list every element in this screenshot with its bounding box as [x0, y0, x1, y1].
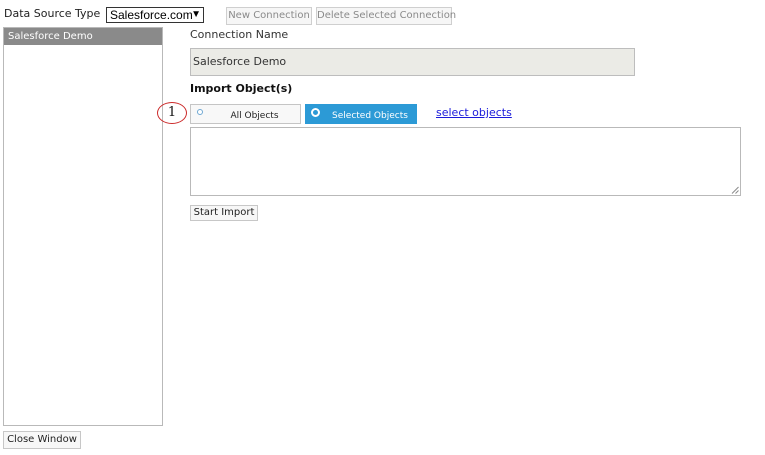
import-objects-heading: Import Object(s) — [190, 82, 293, 95]
resize-handle-icon[interactable] — [731, 186, 739, 194]
close-window-button[interactable]: Close Window — [3, 431, 81, 449]
data-source-type-select[interactable]: Salesforce.com ▼ — [106, 7, 204, 23]
connection-name-field[interactable]: Salesforce Demo — [190, 48, 635, 76]
start-import-button[interactable]: Start Import — [190, 205, 258, 221]
select-objects-link[interactable]: select objects — [436, 106, 512, 119]
sidebar-item-salesforce-demo[interactable]: Salesforce Demo — [4, 28, 162, 45]
all-objects-radio[interactable]: All Objects — [190, 104, 301, 124]
selected-objects-radio[interactable]: Selected Objects — [305, 104, 417, 124]
app-window: Data Source Type Salesforce.com ▼ New Co… — [0, 0, 765, 455]
data-source-type-value: Salesforce.com — [110, 8, 193, 22]
all-objects-label: All Objects — [230, 111, 279, 121]
chevron-down-icon: ▼ — [191, 9, 201, 20]
connection-name-label: Connection Name — [190, 28, 289, 41]
new-connection-button[interactable]: New Connection — [226, 7, 312, 25]
delete-selected-connection-button[interactable]: Delete Selected Connection — [316, 7, 456, 25]
selected-objects-label: Selected Objects — [332, 111, 408, 121]
annotation-marker: 1 — [157, 102, 187, 124]
connection-list: Salesforce Demo — [3, 27, 163, 426]
selected-objects-textarea[interactable] — [190, 127, 741, 196]
data-source-type-label: Data Source Type — [4, 7, 101, 20]
